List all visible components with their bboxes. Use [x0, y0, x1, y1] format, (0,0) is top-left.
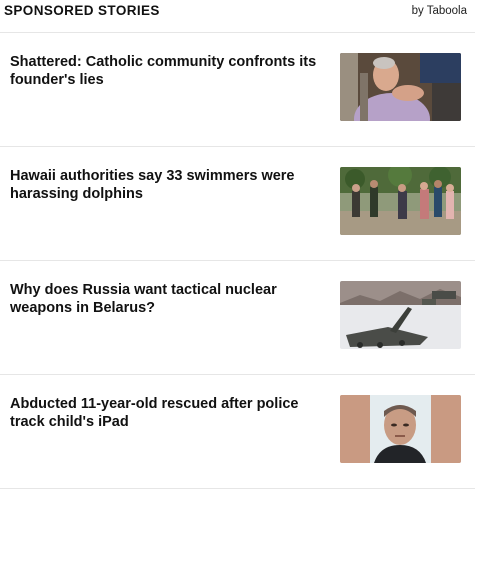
story-headline[interactable]: Abducted 11-year-old rescued after polic…: [10, 395, 320, 488]
story-thumbnail-image[interactable]: [340, 281, 461, 349]
story-thumbnail-image[interactable]: [340, 395, 461, 463]
sponsored-stories-widget: SPONSORED STORIES by Taboola Shattered: …: [0, 0, 475, 489]
taboola-attribution-link[interactable]: by Taboola: [412, 5, 467, 17]
story-headline[interactable]: Hawaii authorities say 33 swimmers were …: [10, 167, 320, 260]
widget-header: SPONSORED STORIES by Taboola: [0, 0, 475, 33]
story-headline[interactable]: Shattered: Catholic community confronts …: [10, 53, 320, 146]
story-card[interactable]: Hawaii authorities say 33 swimmers were …: [0, 147, 475, 261]
story-thumbnail-image[interactable]: [340, 167, 461, 235]
story-headline[interactable]: Why does Russia want tactical nuclear we…: [10, 281, 320, 374]
widget-title: SPONSORED STORIES: [4, 3, 160, 18]
story-card[interactable]: Shattered: Catholic community confronts …: [0, 33, 475, 147]
story-card[interactable]: Abducted 11-year-old rescued after polic…: [0, 375, 475, 489]
story-thumbnail-image[interactable]: [340, 53, 461, 121]
story-card[interactable]: Why does Russia want tactical nuclear we…: [0, 261, 475, 375]
